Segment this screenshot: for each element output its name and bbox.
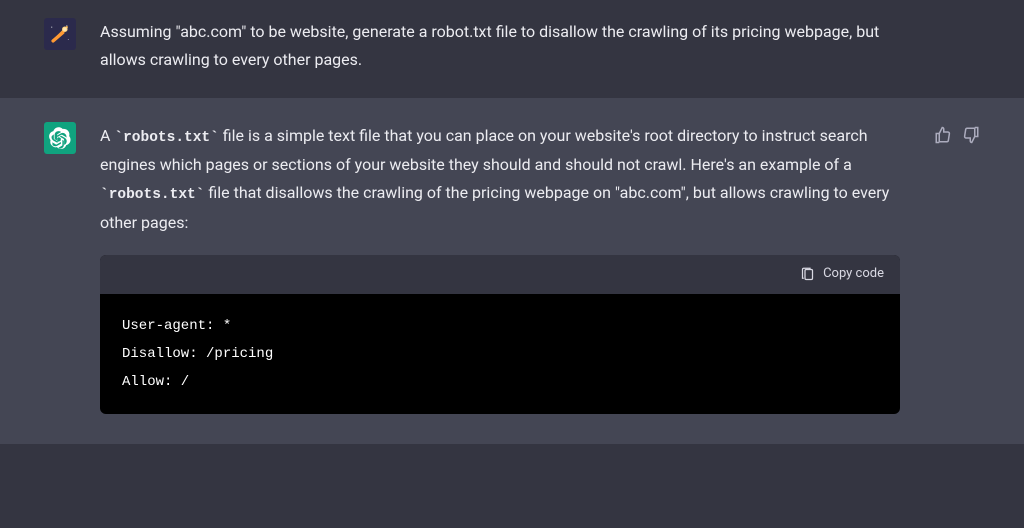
user-message-text: Assuming "abc.com" to be website, genera…	[100, 18, 920, 74]
openai-icon	[49, 127, 71, 149]
assistant-text-p1: A	[100, 126, 114, 145]
copy-code-button[interactable]: Copy code	[800, 263, 884, 286]
assistant-message-content: A `robots.txt` file is a simple text fil…	[100, 122, 900, 414]
assistant-message-row: A `robots.txt` file is a simple text fil…	[0, 98, 1024, 444]
user-avatar	[44, 18, 76, 50]
thumbs-down-icon[interactable]	[962, 126, 980, 144]
user-message-row: Assuming "abc.com" to be website, genera…	[0, 0, 1024, 98]
comet-icon	[49, 23, 71, 45]
clipboard-icon	[800, 267, 815, 282]
code-block: Copy code User-agent: * Disallow: /prici…	[100, 255, 900, 414]
copy-code-label: Copy code	[823, 263, 884, 286]
code-block-content[interactable]: User-agent: * Disallow: /pricing Allow: …	[100, 294, 900, 414]
assistant-text-p3: file that disallows the crawling of the …	[100, 183, 889, 231]
inline-code-2: `robots.txt`	[100, 187, 204, 203]
thumbs-up-icon[interactable]	[934, 126, 952, 144]
code-block-header: Copy code	[100, 255, 900, 294]
feedback-button-group	[934, 122, 980, 414]
inline-code-1: `robots.txt`	[114, 130, 218, 146]
assistant-avatar	[44, 122, 76, 154]
